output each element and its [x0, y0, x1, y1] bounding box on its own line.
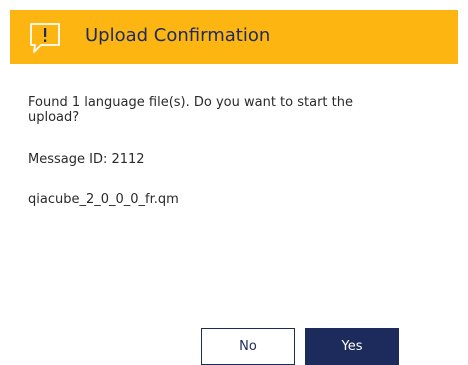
dialog-title: Upload Confirmation [85, 25, 271, 46]
speech-bubble-exclamation-icon [28, 22, 62, 56]
message-id: Message ID: 2112 [28, 152, 145, 167]
confirmation-message: Found 1 language file(s). Do you want to… [28, 95, 353, 125]
yes-button[interactable]: Yes [305, 328, 399, 365]
no-button[interactable]: No [201, 328, 295, 365]
file-name: qiacube_2_0_0_0_fr.qm [28, 192, 179, 207]
dialog-header: Upload Confirmation [10, 10, 458, 64]
upload-confirmation-dialog: Upload Confirmation Found 1 language fil… [10, 10, 458, 365]
